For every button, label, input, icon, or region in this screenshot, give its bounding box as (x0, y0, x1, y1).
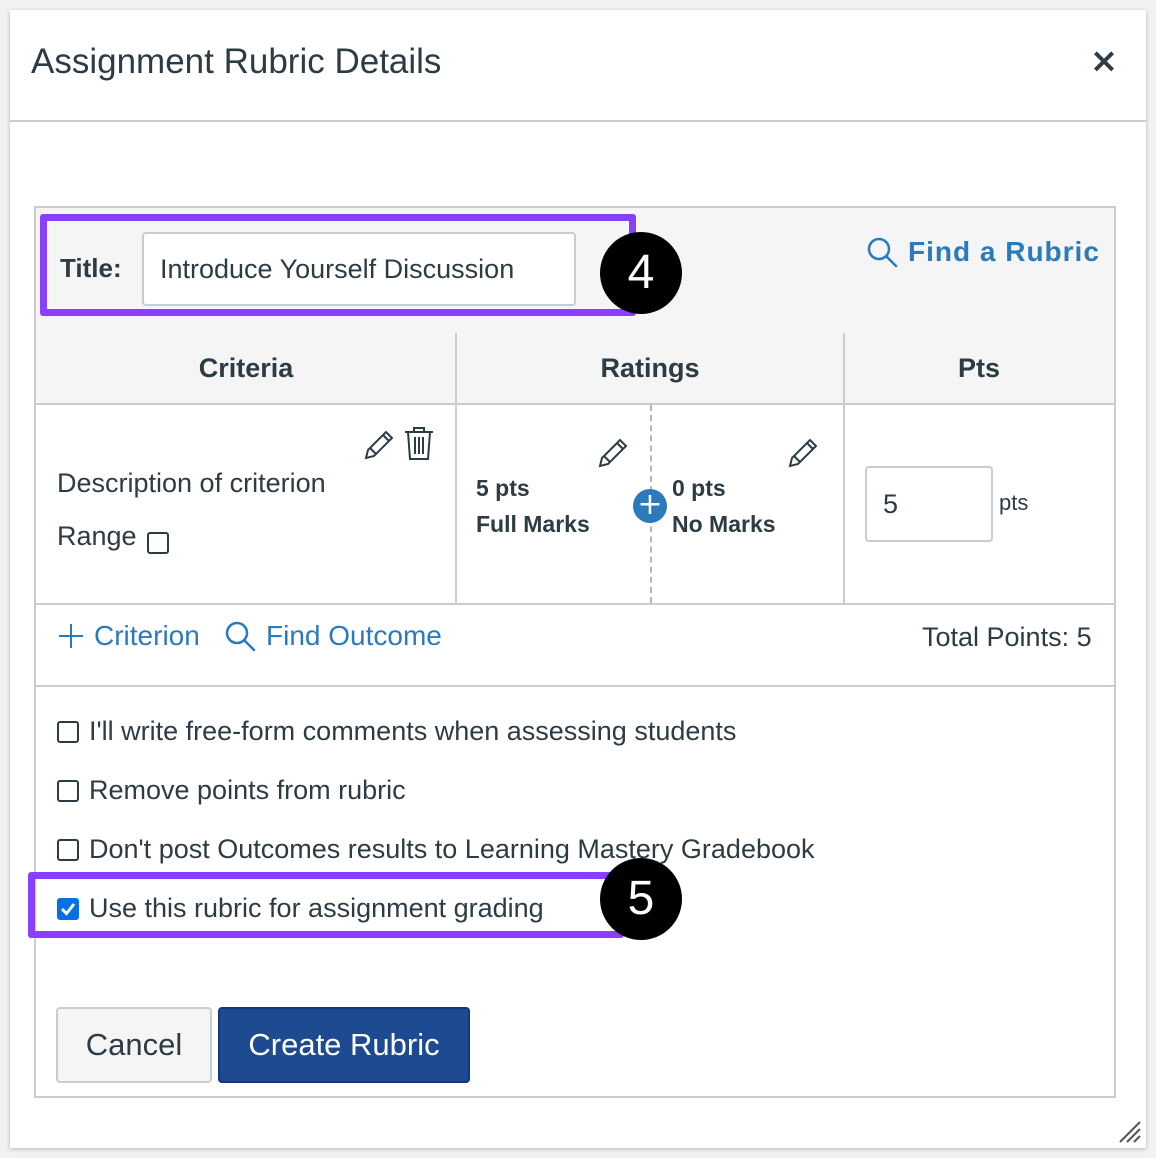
column-divider (843, 333, 845, 603)
option-hide-outcome-results[interactable]: Don't post Outcomes results to Learning … (57, 834, 815, 865)
hide-outcome-results-checkbox[interactable] (57, 838, 79, 861)
find-outcome-button[interactable]: Find Outcome (224, 620, 442, 652)
option-label: Remove points from rubric (89, 775, 406, 805)
free-form-comments-checkbox[interactable] (57, 720, 79, 743)
close-icon[interactable]: × (1088, 44, 1120, 78)
search-icon (225, 621, 256, 652)
resize-grip-icon[interactable] (1116, 1118, 1142, 1144)
find-rubric-link[interactable]: Find a Rubric (866, 236, 1100, 268)
plus-icon (59, 624, 83, 648)
row-divider (36, 603, 1114, 605)
column-header-pts: Pts (844, 333, 1114, 405)
row-divider (36, 685, 1114, 687)
title-label: Title: (60, 253, 122, 283)
checkmark-icon (60, 902, 76, 916)
column-header-ratings: Ratings (456, 333, 844, 405)
edit-criterion-pencil-icon[interactable] (362, 426, 398, 462)
cancel-button[interactable]: Cancel (56, 1007, 212, 1083)
remove-points-checkbox[interactable] (57, 779, 79, 802)
criterion-points-input[interactable] (865, 466, 993, 542)
find-outcome-label: Find Outcome (266, 620, 442, 651)
edit-rating-pencil-icon[interactable] (596, 434, 632, 470)
add-criterion-button[interactable]: Criterion (58, 620, 200, 652)
use-for-grading-checkbox[interactable] (57, 897, 79, 920)
add-criterion-label: Criterion (94, 620, 200, 651)
points-unit: pts (999, 490, 1029, 515)
rubric-dialog: Assignment Rubric Details × Title: Find … (10, 10, 1146, 1148)
rating-points: 0 pts (672, 475, 726, 501)
find-rubric-label: Find a Rubric (908, 236, 1100, 267)
edit-rating-pencil-icon[interactable] (786, 434, 822, 470)
search-icon (867, 237, 898, 268)
rating-label: Full Marks (476, 511, 590, 537)
dialog-title: Assignment Rubric Details (31, 42, 442, 81)
rubric-editor: Title: Find a Rubric Criteria Ratings Pt… (28, 206, 1116, 1098)
rating-points: 5 pts (476, 475, 530, 501)
option-remove-points[interactable]: Remove points from rubric (57, 775, 406, 806)
option-use-for-grading[interactable]: Use this rubric for assignment grading (57, 893, 544, 924)
range-checkbox[interactable] (146, 532, 169, 554)
add-rating-plus-icon[interactable]: + (633, 489, 667, 523)
criterion-description: Description of criterion (57, 468, 326, 498)
range-label: Range (57, 520, 137, 551)
column-header-criteria: Criteria (36, 333, 456, 405)
rubric-title-bar: Title: Find a Rubric (36, 208, 1114, 335)
delete-criterion-trash-icon[interactable] (402, 424, 436, 462)
rating-label: No Marks (672, 511, 776, 537)
option-label: Use this rubric for assignment grading (89, 893, 544, 923)
range-option: Range (57, 518, 169, 554)
option-free-form-comments[interactable]: I'll write free-form comments when asses… (57, 716, 736, 747)
total-points: Total Points: 5 (922, 622, 1092, 652)
option-label: I'll write free-form comments when asses… (89, 716, 737, 746)
column-divider (455, 333, 457, 603)
dialog-header: Assignment Rubric Details × (10, 10, 1146, 122)
step-badge-4: 4 (600, 232, 682, 314)
option-label: Don't post Outcomes results to Learning … (89, 834, 815, 864)
rating-full-marks: 5 pts Full Marks (476, 470, 590, 542)
rating-no-marks: 0 pts No Marks (672, 470, 776, 542)
rubric-title-input[interactable] (142, 232, 576, 306)
create-rubric-button[interactable]: Create Rubric (218, 1007, 470, 1083)
step-badge-5: 5 (600, 858, 682, 940)
